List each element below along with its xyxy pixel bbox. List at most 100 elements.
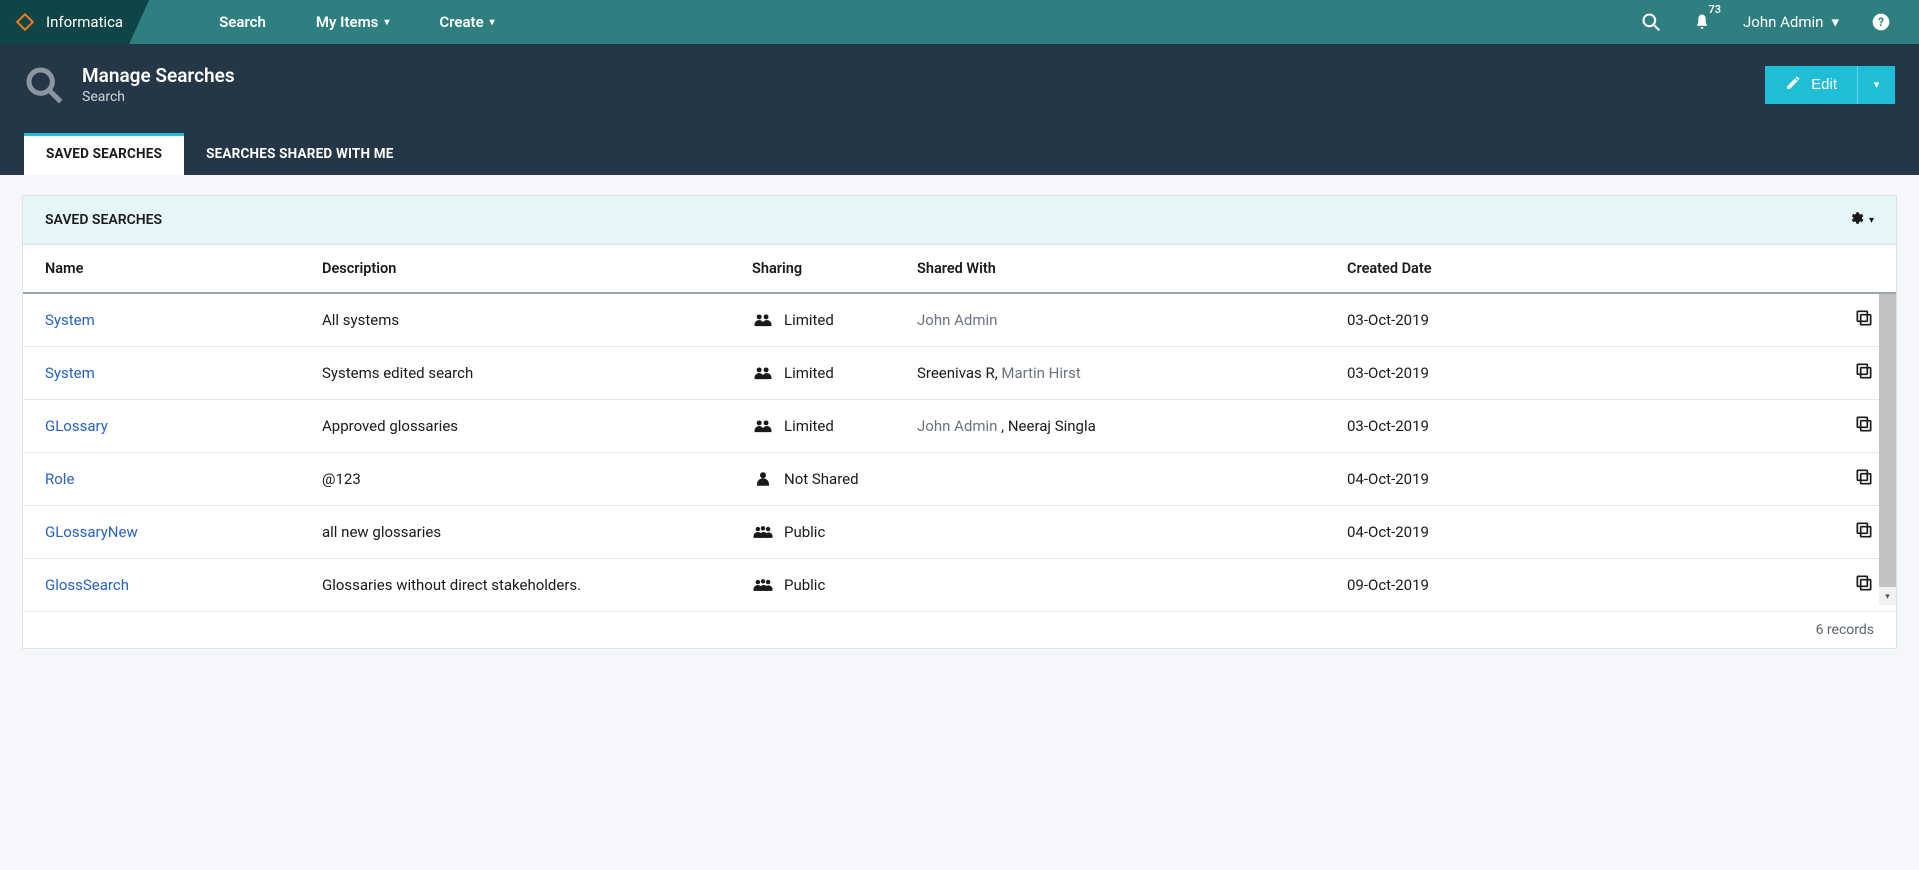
shared-user: Martin Hirst [998,364,1081,382]
nav-link-label: Search [219,13,266,31]
copy-icon[interactable] [1854,573,1874,593]
sharing-icon [752,364,774,382]
shared-user: Sreenivas R, [917,364,998,382]
row-description: @123 [322,470,752,488]
scrollbar-thumb[interactable] [1879,294,1896,587]
nav-link-my-items[interactable]: My Items ▾ [316,13,390,31]
row-sharing: Not Shared [752,470,917,488]
row-sharing: Limited [752,364,917,382]
help-icon[interactable]: ? [1871,12,1891,32]
column-header-sharing[interactable]: Sharing [752,260,917,277]
edit-button-group: Edit ▾ [1765,66,1895,104]
row-created-date: 03-Oct-2019 [1347,311,1507,329]
copy-icon[interactable] [1854,520,1874,540]
scrollbar-down-arrow[interactable]: ▾ [1879,588,1896,605]
sharing-icon [752,523,774,541]
nav-link-search[interactable]: Search [219,13,266,31]
user-menu[interactable]: John Admin ▾ [1743,13,1839,31]
nav-right: 73 John Admin ▾ ? [1641,12,1919,32]
panel-title: SAVED SEARCHES [45,212,162,228]
page-title: Manage Searches [82,64,235,87]
copy-icon[interactable] [1854,467,1874,487]
row-description: All systems [322,311,752,329]
notification-count: 73 [1708,3,1721,16]
notifications-icon[interactable]: 73 [1693,13,1711,31]
chevron-down-icon: ▾ [1874,78,1880,91]
row-created-date: 03-Oct-2019 [1347,364,1507,382]
chevron-down-icon: ▾ [490,17,495,28]
row-name-link[interactable]: GLossary [45,417,108,435]
row-sharing: Public [752,576,917,594]
column-header-description[interactable]: Description [322,260,752,277]
scrollbar[interactable]: ▾ [1879,294,1896,605]
sharing-label: Public [784,523,825,541]
sharing-label: Limited [784,311,834,329]
row-created-date: 04-Oct-2019 [1347,470,1507,488]
row-created-date: 04-Oct-2019 [1347,523,1507,541]
brand-name: Informatica [46,13,123,31]
top-nav: Informatica Search My Items ▾ Create ▾ 7… [0,0,1919,44]
sharing-icon [752,470,774,488]
row-description: Glossaries without direct stakeholders. [322,576,752,594]
edit-button-label: Edit [1811,76,1837,93]
row-shared-with: Sreenivas R, Martin Hirst [917,364,1347,382]
table-row: System Systems edited search Limited Sreeni… [23,347,1896,400]
row-sharing: Limited [752,417,917,435]
edit-button[interactable]: Edit [1765,66,1857,104]
table-row: Role @123 Not Shared 04-Oct-2019 [23,453,1896,506]
row-shared-with: John Admin , Neeraj Singla [917,417,1347,435]
row-sharing: Limited [752,311,917,329]
svg-text:?: ? [1878,15,1884,29]
chevron-down-icon: ▾ [1869,215,1874,226]
saved-searches-panel: SAVED SEARCHES ▾ Name Description Sharin… [22,195,1897,649]
tab-label: SAVED SEARCHES [46,146,162,162]
column-header-created-date[interactable]: Created Date [1347,260,1507,277]
tab-searches-shared-with-me[interactable]: SEARCHES SHARED WITH ME [184,133,416,175]
sharing-label: Limited [784,364,834,382]
row-description: all new glossaries [322,523,752,541]
column-header-name[interactable]: Name [45,260,322,277]
tab-saved-searches[interactable]: SAVED SEARCHES [24,133,184,175]
sharing-icon [752,576,774,594]
table-footer: 6 records [23,612,1896,648]
sharing-icon [752,311,774,329]
brand-logo-icon [14,11,36,33]
sub-header-left: Manage Searches Search [24,64,235,105]
nav-link-create[interactable]: Create ▾ [439,13,494,31]
row-shared-with: John Admin [917,311,1347,329]
table-row: GLossary Approved glossaries Limited John A… [23,400,1896,453]
row-name-link[interactable]: System [45,311,95,329]
chevron-down-icon: ▾ [384,17,389,28]
copy-icon[interactable] [1854,361,1874,381]
row-description: Approved glossaries [322,417,752,435]
row-name-link[interactable]: GlossSearch [45,576,129,594]
brand-area[interactable]: Informatica [0,0,149,44]
pencil-icon [1785,75,1801,95]
copy-icon[interactable] [1854,414,1874,434]
shared-user: John Admin [917,311,997,329]
username: John Admin [1743,13,1823,31]
column-header-shared-with[interactable]: Shared With [917,260,1347,277]
copy-icon[interactable] [1854,308,1874,328]
chevron-down-icon: ▾ [1831,13,1839,31]
table-body: System All systems Limited John Admin 03-Oct… [23,294,1896,612]
row-created-date: 09-Oct-2019 [1347,576,1507,594]
row-name-link[interactable]: System [45,364,95,382]
page-titles: Manage Searches Search [82,64,235,105]
sharing-label: Not Shared [784,470,859,488]
edit-dropdown-button[interactable]: ▾ [1857,66,1895,104]
table-row: GLossaryNew all new glossaries Public 04-Oc… [23,506,1896,559]
row-name-link[interactable]: GLossaryNew [45,523,138,541]
gear-icon [1849,210,1865,230]
panel-settings-button[interactable]: ▾ [1849,210,1874,230]
records-count: 6 records [1816,622,1874,638]
sub-header-top: Manage Searches Search Edit ▾ [24,64,1895,105]
tabs: SAVED SEARCHES SEARCHES SHARED WITH ME [24,133,1895,175]
row-name-link[interactable]: Role [45,470,74,488]
search-icon[interactable] [1641,12,1661,32]
row-description: Systems edited search [322,364,752,382]
shared-user: , Neeraj Singla [997,417,1095,435]
sharing-label: Limited [784,417,834,435]
nav-link-label: My Items [316,13,378,31]
shared-user: John Admin [917,417,997,435]
